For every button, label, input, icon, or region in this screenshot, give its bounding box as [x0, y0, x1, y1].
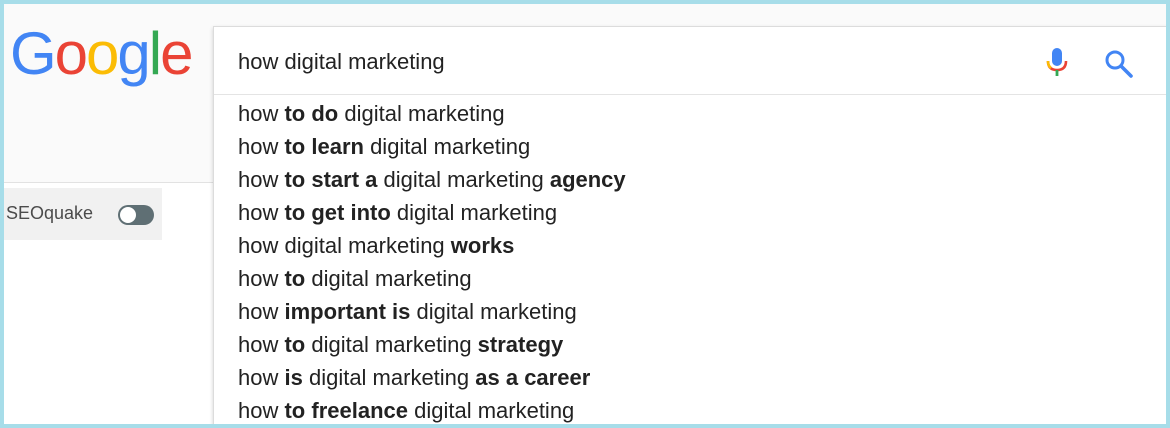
suggestion-text: digital marketing	[410, 299, 577, 324]
microphone-icon[interactable]	[1046, 47, 1068, 84]
suggestion-text: how	[238, 134, 285, 159]
logo-letter: e	[160, 20, 193, 87]
suggestion-item[interactable]: how to get into digital marketing	[238, 196, 626, 229]
suggestion-item[interactable]: how is digital marketing as a career	[238, 361, 626, 394]
seoquake-toggle[interactable]	[118, 205, 154, 225]
suggestion-text: how	[238, 200, 285, 225]
suggestion-text: how	[238, 299, 285, 324]
suggestion-item[interactable]: how digital marketing works	[238, 229, 626, 262]
search-input[interactable]	[238, 47, 1018, 77]
suggestion-text: how	[238, 398, 285, 423]
seoquake-label: SEOquake	[6, 203, 94, 223]
suggestion-item[interactable]: how to learn digital marketing	[238, 130, 626, 163]
toggle-knob	[120, 207, 136, 223]
logo-letter: o	[54, 20, 88, 87]
suggestion-item[interactable]: how to digital marketing	[238, 262, 626, 295]
seoquake-panel: SEOquake	[4, 188, 162, 240]
suggestion-text: how	[238, 167, 285, 192]
suggestion-bold-text: strategy	[477, 332, 564, 357]
suggestion-text: digital marketing	[305, 266, 472, 291]
suggestion-text: how	[238, 101, 285, 126]
suggestion-item[interactable]: how to do digital marketing	[238, 97, 626, 130]
suggestion-bold-text: is	[284, 365, 303, 390]
suggestion-text: digital marketing	[363, 134, 531, 159]
suggestion-item[interactable]: how to start a digital marketing agency	[238, 163, 626, 196]
suggestion-text: how	[238, 266, 285, 291]
suggestion-text: how digital marketing	[238, 233, 451, 258]
suggestion-text: how	[238, 365, 285, 390]
suggestions-list: how to do digital marketing how to learn …	[238, 97, 626, 424]
logo-letter: g	[117, 20, 150, 87]
suggestion-bold-text: to learn	[284, 134, 364, 159]
suggestion-item[interactable]: how to freelance digital marketing	[238, 394, 626, 424]
suggestion-bold-text: works	[450, 233, 515, 258]
google-logo[interactable]: Google	[10, 20, 194, 87]
suggestion-text: digital marketing	[377, 167, 550, 192]
suggestion-item[interactable]: how important is digital marketing	[238, 295, 626, 328]
browser-frame: Google SEOquake how digital marketing ho…	[0, 0, 1170, 428]
suggestion-bold-text: agency	[549, 167, 626, 192]
suggestion-text: digital marketing	[305, 332, 478, 357]
search-icon[interactable]	[1104, 49, 1134, 84]
suggestion-text: digital marketing	[338, 101, 505, 126]
suggestion-bold-text: to get into	[284, 200, 391, 225]
suggestion-bold-text: to freelance	[284, 398, 408, 423]
suggestion-bold-text: to	[284, 332, 306, 357]
suggestion-bold-text: to start a	[284, 167, 378, 192]
suggestion-item[interactable]: how to digital marketing strategy	[238, 328, 626, 361]
search-row	[214, 27, 1166, 95]
logo-letter: G	[10, 20, 57, 87]
suggestion-text: digital marketing	[302, 365, 476, 390]
suggestion-text: digital marketing	[390, 200, 558, 225]
suggestion-bold-text: important is	[284, 299, 411, 324]
suggestion-text: how	[238, 332, 285, 357]
suggestion-bold-text: as a career	[475, 365, 591, 390]
search-box: how to do digital marketinghow to learn …	[213, 26, 1166, 424]
suggestion-text: digital marketing	[407, 398, 575, 423]
logo-letter: l	[148, 20, 162, 87]
suggestion-bold-text: to do	[284, 101, 339, 126]
suggestion-bold-text: to	[284, 266, 306, 291]
logo-letter: o	[86, 20, 119, 87]
